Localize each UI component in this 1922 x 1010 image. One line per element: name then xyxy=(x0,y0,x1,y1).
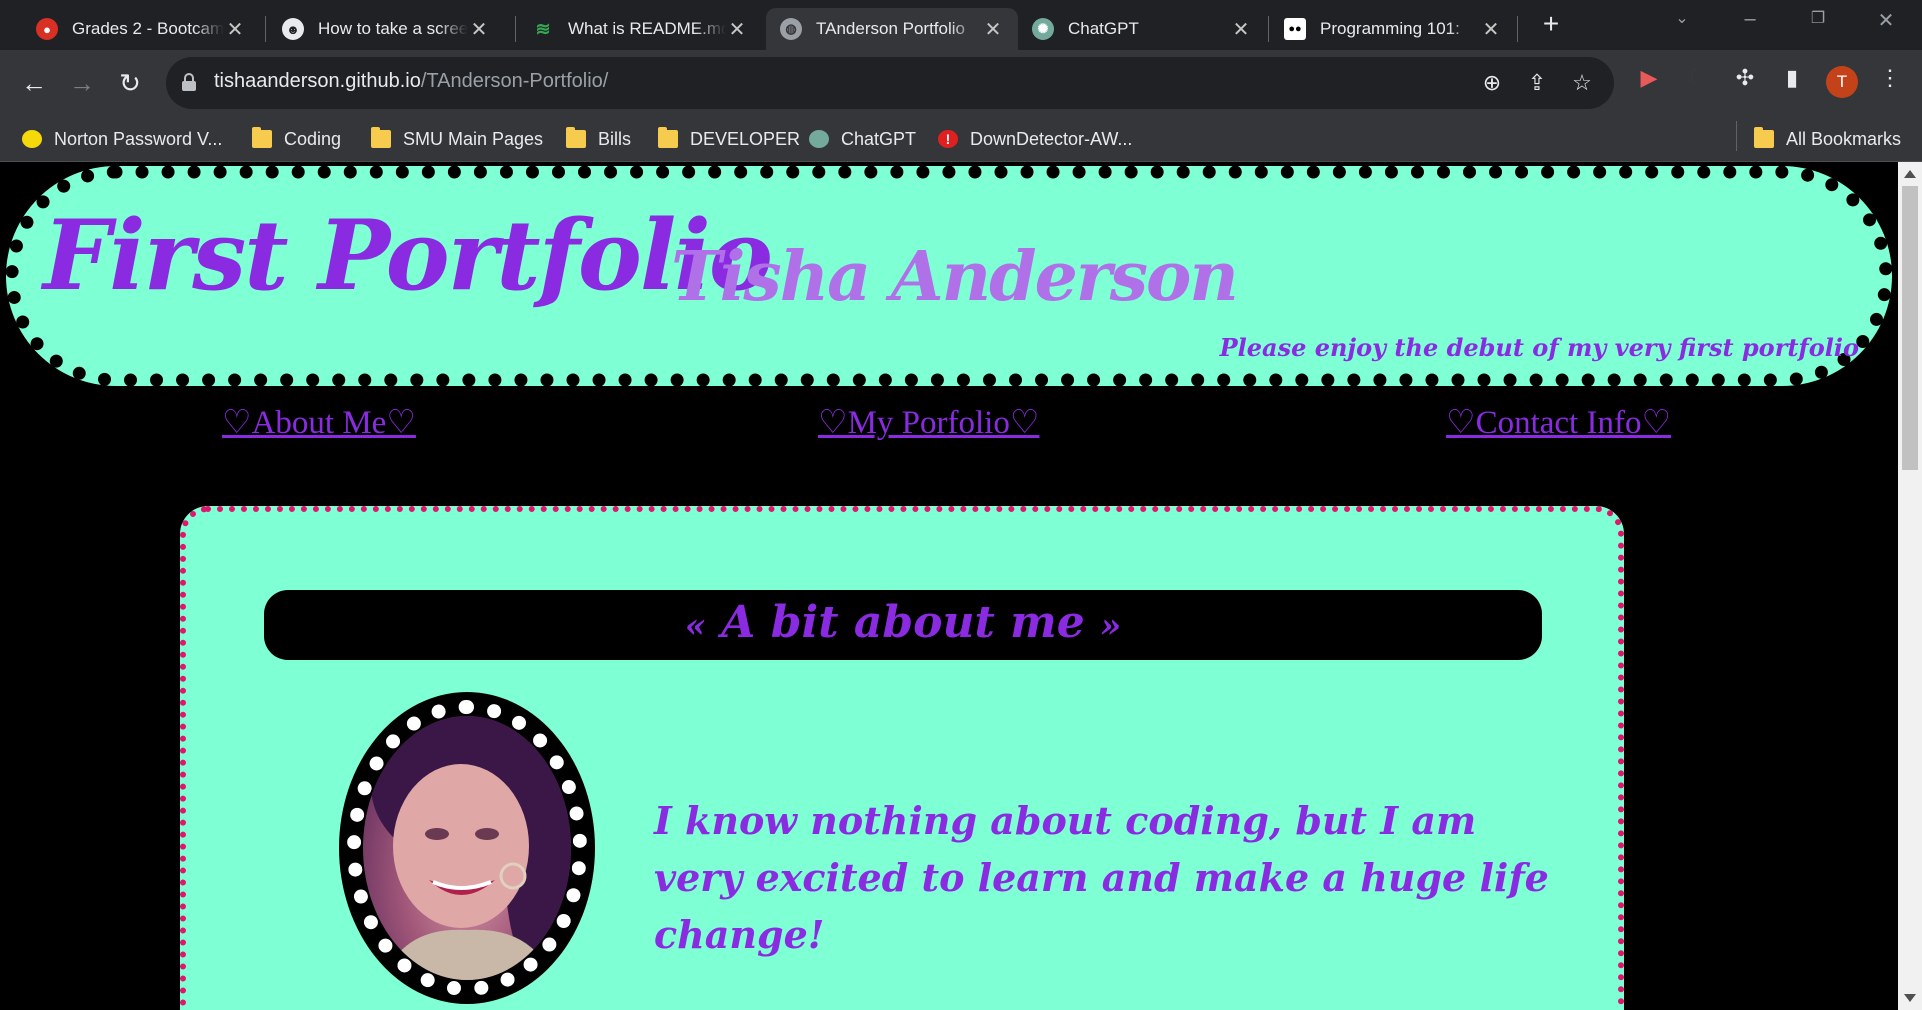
nav-about-me[interactable]: ♡About Me♡ xyxy=(222,402,416,442)
tab-title: ChatGPT xyxy=(1068,19,1139,38)
bookmark-label: Coding xyxy=(284,128,342,149)
bookmark-coding[interactable]: Coding xyxy=(252,124,341,154)
alert-icon: ! xyxy=(938,130,958,148)
close-icon[interactable]: ✕ xyxy=(224,17,246,42)
tab-title: What is README.md xyxy=(568,19,726,38)
screencast-extension-icon[interactable]: ▶ xyxy=(1633,62,1665,94)
close-window-button[interactable]: ✕ xyxy=(1858,8,1914,38)
bookmarks-bar: Norton Password V... Coding SMU Main Pag… xyxy=(0,116,1922,162)
dna-icon: ≋ xyxy=(535,18,551,39)
minimize-button[interactable]: – xyxy=(1722,8,1778,38)
all-bookmarks[interactable]: All Bookmarks xyxy=(1754,124,1901,154)
bootcamp-icon: ● xyxy=(36,18,58,40)
forward-button[interactable]: → xyxy=(64,65,100,101)
close-icon[interactable]: ✕ xyxy=(726,17,748,42)
bookmark-bills[interactable]: Bills xyxy=(566,124,631,154)
close-icon[interactable]: ✕ xyxy=(1480,17,1502,42)
page-scrollbar[interactable] xyxy=(1898,162,1922,1010)
bookmark-label: SMU Main Pages xyxy=(403,128,544,149)
bookmark-star-icon[interactable]: ☆ xyxy=(1568,69,1596,97)
folder-icon xyxy=(566,127,586,148)
scroll-thumb[interactable] xyxy=(1902,186,1918,470)
nav-my-portfolio[interactable]: ♡My Porfolio♡ xyxy=(818,402,1039,442)
bookmark-label: DEVELOPER xyxy=(690,128,801,149)
tab-title: Programming 101: xyxy=(1320,19,1460,38)
extensions-puzzle-icon[interactable]: ✣ xyxy=(1729,62,1761,94)
profile-avatar[interactable]: T xyxy=(1826,66,1858,98)
dark-mode-extension-icon[interactable]: ☾ xyxy=(1680,62,1712,94)
heading-ornament-left: « xyxy=(684,606,706,646)
tab-grades[interactable]: ● Grades 2 - Bootcamp ✕ xyxy=(22,8,260,50)
bookmark-chatgpt[interactable]: ChatGPT xyxy=(809,124,916,154)
address-bar[interactable]: tishaanderson.github.io/TAnderson-Portfo… xyxy=(166,57,1614,109)
heading-ornament-right: » xyxy=(1100,606,1122,646)
tab-separator xyxy=(265,16,266,42)
tab-programming[interactable]: ●● Programming 101: ✕ xyxy=(1270,8,1516,50)
folder-icon xyxy=(1754,127,1774,148)
bookmark-label: DownDetector-AW... xyxy=(970,128,1133,149)
menu-kebab-icon[interactable]: ⋮ xyxy=(1874,62,1906,94)
folder-icon xyxy=(371,127,391,148)
share-icon[interactable]: ⇪ xyxy=(1523,69,1551,97)
tab-readme[interactable]: ≋ What is README.md ✕ xyxy=(518,8,762,50)
tab-search-icon[interactable]: ⌄ xyxy=(1654,8,1710,38)
bookmark-smu[interactable]: SMU Main Pages xyxy=(371,124,543,154)
tab-portfolio[interactable]: ◍ TAnderson Portfolio ✕ xyxy=(766,8,1018,50)
back-button[interactable]: ← xyxy=(16,65,52,101)
bookmark-norton[interactable]: Norton Password V... xyxy=(22,124,222,154)
lock-icon[interactable] xyxy=(182,73,196,91)
folder-icon xyxy=(252,127,272,148)
about-section: « A bit about me » I know nothing about … xyxy=(180,506,1624,1010)
tab-title: TAnderson Portfolio xyxy=(816,19,965,38)
bookmark-downdetector[interactable]: ! DownDetector-AW... xyxy=(938,124,1132,154)
author-name: Tisha Anderson xyxy=(671,237,1239,317)
scroll-down-arrow-icon[interactable] xyxy=(1904,994,1916,1002)
hacker-icon: ☻ xyxy=(282,18,304,40)
folder-icon xyxy=(658,127,678,148)
close-icon[interactable]: ✕ xyxy=(982,17,1004,42)
about-heading-text: A bit about me xyxy=(721,597,1085,648)
chatgpt-icon: ✺ xyxy=(1032,18,1054,40)
tab-separator xyxy=(1268,16,1269,42)
tab-title: Grades 2 - Bootcamp xyxy=(72,19,224,38)
about-text: I know nothing about coding, but I am ve… xyxy=(654,798,1549,957)
zoom-icon[interactable]: ⊕ xyxy=(1478,69,1506,97)
bookmark-label: All Bookmarks xyxy=(1786,128,1902,149)
new-tab-button[interactable]: + xyxy=(1536,10,1566,40)
profile-photo-frame xyxy=(339,692,595,1004)
bookmarks-separator xyxy=(1736,121,1737,151)
chatgpt-icon xyxy=(809,130,829,148)
page-title: First Portfolio xyxy=(43,199,773,312)
bookmark-label: Bills xyxy=(598,128,632,149)
bookmark-developer[interactable]: DEVELOPER xyxy=(658,124,800,154)
globe-icon: ◍ xyxy=(780,18,802,40)
tab-title: How to take a screenshot xyxy=(318,19,468,38)
tab-separator xyxy=(515,16,516,42)
photo-dotted-border xyxy=(347,700,587,996)
page-viewport: First Portfolio Tisha Anderson Please en… xyxy=(0,162,1922,1010)
tab-screenshot[interactable]: ☻ How to take a screenshot ✕ xyxy=(268,8,504,50)
header-tagline: Please enjoy the debut of my very first … xyxy=(1219,333,1859,362)
close-icon[interactable]: ✕ xyxy=(468,17,490,42)
bookmark-label: Norton Password V... xyxy=(54,128,223,149)
norton-icon xyxy=(22,130,42,148)
nav-contact-info[interactable]: ♡Contact Info♡ xyxy=(1446,402,1671,442)
about-heading: « A bit about me » xyxy=(264,590,1542,660)
tab-strip: ● Grades 2 - Bootcamp ✕ ☻ How to take a … xyxy=(0,0,1922,50)
url-text[interactable]: tishaanderson.github.io/TAnderson-Portfo… xyxy=(214,70,608,93)
side-panel-icon[interactable]: ▮ xyxy=(1776,62,1808,94)
restore-button[interactable]: ❐ xyxy=(1790,8,1846,38)
medium-icon: ●● xyxy=(1284,18,1306,40)
reload-button[interactable]: ↻ xyxy=(112,65,148,101)
scroll-up-arrow-icon[interactable] xyxy=(1904,170,1916,178)
tab-separator xyxy=(1517,16,1518,42)
site-header: First Portfolio Tisha Anderson Please en… xyxy=(6,166,1892,386)
tab-chatgpt[interactable]: ✺ ChatGPT ✕ xyxy=(1018,8,1266,50)
bookmark-label: ChatGPT xyxy=(841,128,917,149)
close-icon[interactable]: ✕ xyxy=(1230,17,1252,42)
